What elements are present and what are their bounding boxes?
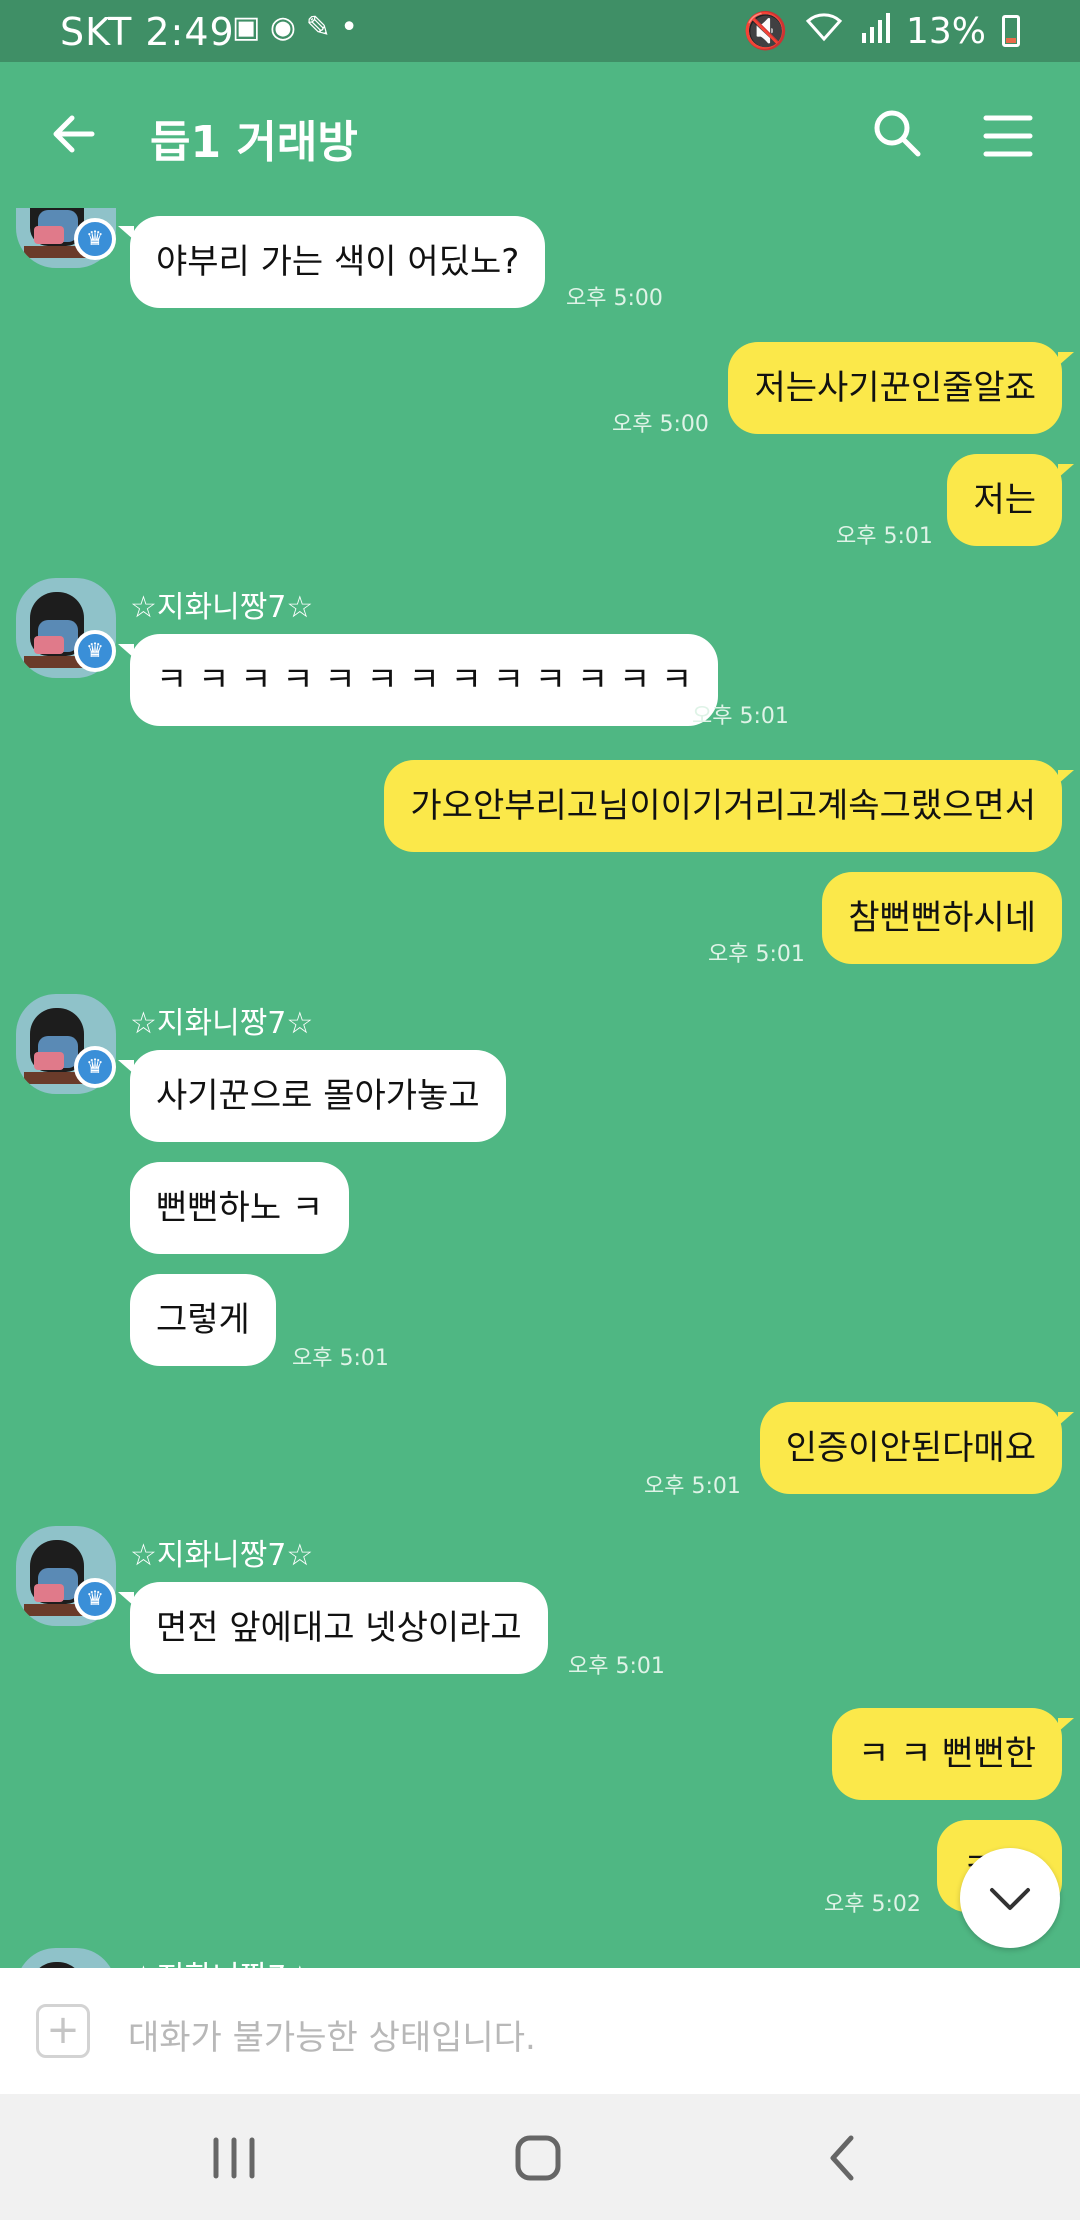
- message-input-bar: + 대화가 불가능한 상태입니다.: [0, 1968, 1080, 2094]
- message-time: 오후 5:01: [708, 942, 805, 967]
- nav-back-icon[interactable]: [815, 2130, 871, 2186]
- message-bubble-outgoing[interactable]: 인증이안된다매요: [759, 1402, 1075, 1494]
- message-bubble-outgoing[interactable]: 참뻔뻔하시네: [822, 872, 1062, 964]
- system-icons: 🔇 13%: [743, 10, 1020, 52]
- message-bubble-incoming[interactable]: 뻔뻔하노 ㅋ: [130, 1162, 350, 1254]
- chevron-down-icon: [990, 1888, 1030, 1910]
- message-time: 오후 5:01: [692, 704, 789, 729]
- menu-icon[interactable]: [980, 108, 1036, 164]
- message-time: 오후 5:00: [612, 412, 709, 437]
- status-bar: SKT 2:49 ▣ ◉ ✎ • 🔇 13%: [0, 0, 1080, 62]
- message-time: 오후 5:00: [566, 286, 663, 311]
- message-bubble-outgoing[interactable]: 저는: [947, 454, 1074, 546]
- search-icon[interactable]: [870, 106, 926, 162]
- sender-name: ☆지화니짱7☆: [130, 1006, 314, 1041]
- message-bubble-incoming[interactable]: ㅋ ㅋ ㅋ ㅋ ㅋ ㅋ ㅋ ㅋ ㅋ ㅋ ㅋ ㅋ ㅋ: [117, 634, 719, 726]
- crown-icon: ♛: [74, 218, 116, 260]
- scroll-down-button[interactable]: [960, 1848, 1060, 1948]
- home-icon[interactable]: [510, 2130, 566, 2186]
- message-bubble-incoming[interactable]: 야부리 가는 색이 어딨노?: [117, 216, 546, 308]
- message-bubble-incoming[interactable]: 면전 앞에대고 넷상이라고: [118, 1582, 548, 1674]
- app-bar: 듭1 거래방: [0, 62, 1080, 208]
- message-bubble-incoming[interactable]: 그렇게: [130, 1274, 276, 1366]
- message-time: 오후 5:01: [568, 1654, 665, 1679]
- mute-icon: 🔇: [743, 11, 788, 52]
- message-bubble-outgoing[interactable]: 가오안부리고님이이기거리고계속그랬으면서: [384, 760, 1074, 852]
- avatar[interactable]: [16, 1948, 116, 1968]
- plus-icon[interactable]: +: [36, 2004, 90, 2058]
- message-time: 오후 5:01: [292, 1346, 389, 1371]
- message-bubble-outgoing[interactable]: ㅋ ㅋ 뻔뻔한: [831, 1708, 1075, 1800]
- sender-name: ☆지화니짱7☆: [130, 1952, 313, 1968]
- notification-icons: ▣ ◉ ✎ •: [232, 10, 358, 45]
- message-time: 오후 5:02: [824, 1892, 921, 1917]
- chat-room-title: 듭1 거래방: [150, 117, 358, 168]
- message-time: 오후 5:01: [644, 1474, 741, 1499]
- back-arrow-icon[interactable]: [46, 106, 102, 162]
- battery-icon: [1002, 15, 1020, 47]
- system-navigation-bar: [0, 2094, 1080, 2220]
- crown-icon: ♛: [74, 1578, 116, 1620]
- message-input-placeholder: 대화가 불가능한 상태입니다.: [128, 2018, 536, 2058]
- battery-percent: 13%: [905, 10, 986, 52]
- crown-icon: ♛: [74, 630, 116, 672]
- sender-name: ☆지화니짱7☆: [130, 1538, 314, 1573]
- message-time: 오후 5:01: [836, 524, 933, 549]
- crown-icon: ♛: [74, 1046, 116, 1088]
- carrier-time: SKT 2:49: [60, 10, 235, 54]
- signal-icon: [860, 11, 890, 52]
- message-bubble-incoming[interactable]: 사기꾼으로 몰아가놓고: [118, 1050, 506, 1142]
- message-bubble-outgoing[interactable]: 저는사기꾼인줄알죠: [728, 342, 1074, 434]
- recent-apps-icon[interactable]: [200, 2130, 270, 2186]
- sender-name: ☆지화니짱7☆: [130, 590, 314, 625]
- wifi-icon: [804, 11, 844, 52]
- chat-message-list[interactable]: ♛ 야부리 가는 색이 어딨노? 오후 5:00 저는사기꾼인줄알죠 오후 5:…: [0, 208, 1080, 1968]
